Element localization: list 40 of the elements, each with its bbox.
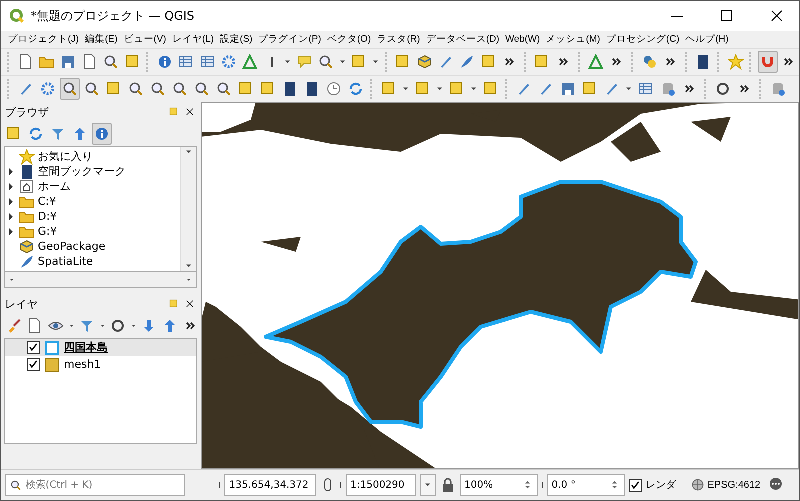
- magnifier-input[interactable]: 100%: [464, 475, 519, 495]
- coordinate-field[interactable]: 135.654,34.372: [224, 474, 316, 496]
- window-title: *無題のプロジェクト — QGIS: [31, 8, 196, 24]
- tree-item[interactable]: GeoPackage: [38, 240, 106, 253]
- menu-item[interactable]: ヘルプ(H): [682, 33, 732, 46]
- rotation-field[interactable]: 0.0 °: [546, 474, 625, 496]
- crs-button[interactable]: EPSG:4612: [690, 474, 762, 496]
- tree-item[interactable]: C:¥: [38, 195, 56, 208]
- menu-item[interactable]: プロジェクト(J): [5, 33, 82, 46]
- render-label: レンダ: [646, 479, 676, 492]
- tree-item[interactable]: SpatiaLite: [38, 255, 94, 268]
- rotation-input[interactable]: 0.0 °: [552, 475, 606, 495]
- menu-item[interactable]: ビュー(V): [120, 33, 170, 46]
- menu-item[interactable]: ラスタ(R): [374, 33, 424, 46]
- panel-title: ブラウザ: [5, 104, 50, 120]
- tree-item[interactable]: お気に入り: [38, 149, 93, 164]
- layer-row[interactable]: mesh1: [5, 356, 196, 373]
- scale-field[interactable]: 1:1500290: [346, 474, 416, 496]
- menu-item[interactable]: データベース(D): [423, 33, 503, 46]
- menu-item[interactable]: メッシュ(M): [543, 33, 604, 46]
- coordinate-input[interactable]: 135.654,34.372: [229, 475, 312, 495]
- menu-item[interactable]: レイヤ(L): [169, 33, 218, 46]
- panel-title: レイヤ: [5, 296, 39, 312]
- layer-row[interactable]: 四国本島: [5, 339, 196, 356]
- menu-item[interactable]: プラグイン(P): [256, 33, 324, 46]
- layer-name: mesh1: [64, 358, 102, 371]
- scale-input[interactable]: 1:1500290: [350, 475, 410, 495]
- tree-item[interactable]: 空間ブックマーク: [38, 164, 126, 179]
- tree-item[interactable]: ホーム: [38, 179, 71, 194]
- search-field[interactable]: 検索(Ctrl + K): [5, 474, 185, 496]
- search-input[interactable]: 検索(Ctrl + K): [26, 475, 180, 495]
- menu-item[interactable]: Web(W): [502, 34, 544, 45]
- menu-item[interactable]: 編集(E): [82, 33, 121, 46]
- tree-item[interactable]: D:¥: [38, 210, 58, 223]
- tree-item[interactable]: G:¥: [38, 225, 58, 238]
- magnifier-field[interactable]: 100%: [460, 474, 538, 496]
- menu-item[interactable]: 設定(S): [217, 33, 256, 46]
- layer-name: 四国本島: [64, 340, 108, 355]
- menu-item[interactable]: プロセシング(C): [603, 33, 683, 46]
- menu-item[interactable]: ベクタ(O): [324, 33, 374, 46]
